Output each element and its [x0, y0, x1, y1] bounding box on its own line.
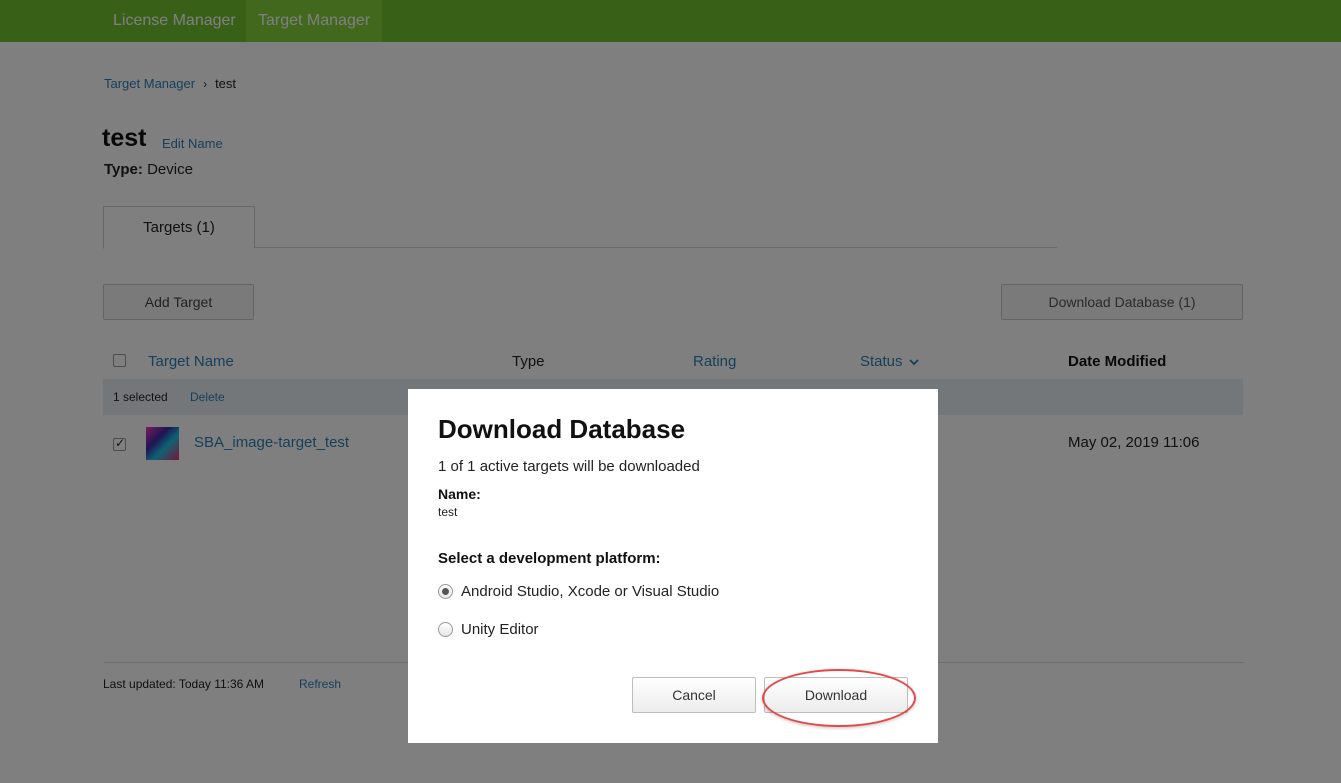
- platform-option-unity[interactable]: Unity Editor: [438, 619, 539, 639]
- dialog-name-value: test: [438, 505, 458, 519]
- highlight-annotation: [762, 669, 916, 727]
- dialog-title: Download Database: [438, 414, 686, 444]
- cancel-button[interactable]: Cancel: [632, 677, 756, 713]
- dialog-description: 1 of 1 active targets will be downloaded: [438, 458, 700, 475]
- platform-label: Select a development platform:: [438, 550, 661, 567]
- radio-android[interactable]: [438, 583, 453, 599]
- option-label-android: Android Studio, Xcode or Visual Studio: [461, 582, 720, 600]
- radio-unity[interactable]: [438, 621, 453, 637]
- platform-option-android[interactable]: Android Studio, Xcode or Visual Studio: [438, 581, 719, 601]
- dialog-name-label: Name:: [438, 486, 481, 502]
- option-label-unity: Unity Editor: [461, 620, 539, 638]
